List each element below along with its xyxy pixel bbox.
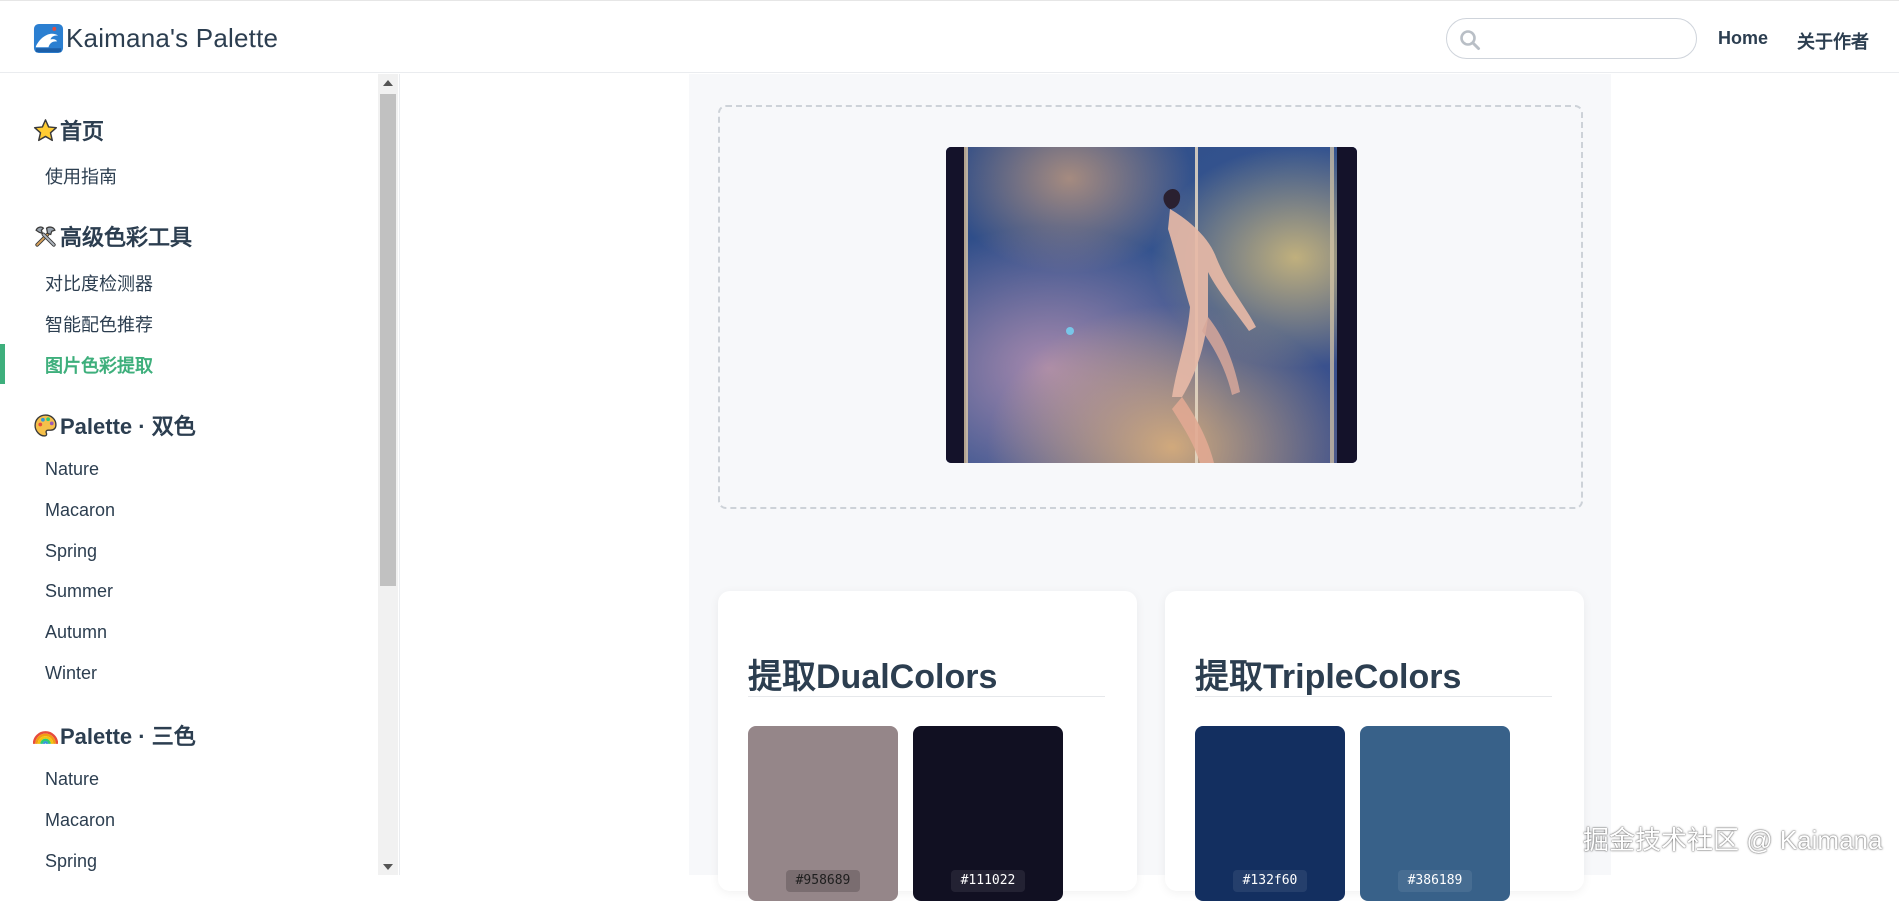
- search-icon: [1460, 30, 1480, 50]
- sidebar-item-dual-macaron[interactable]: Macaron: [45, 500, 115, 521]
- palette-icon: [34, 413, 57, 437]
- app-title: Kaimana's Palette: [66, 22, 279, 53]
- search-input[interactable]: [1487, 25, 1687, 53]
- sidebar-group-home[interactable]: 首页: [33, 114, 104, 146]
- divider: [748, 696, 1105, 697]
- sidebar-item-dual-autumn[interactable]: Autumn: [45, 622, 107, 643]
- sidebar: 首页 使用指南 高级色彩工具 对比度检测器 智能配色推荐 图片色彩提取 Pale…: [0, 74, 400, 875]
- watermark: 掘金技术社区 @ Kaimana: [1583, 825, 1883, 855]
- sidebar-group-palette-triple[interactable]: Palette · 三色: [33, 719, 196, 751]
- wave-icon: [33, 23, 64, 53]
- sidebar-item-triple-nature[interactable]: Nature: [45, 769, 99, 790]
- tools-icon: [35, 225, 56, 247]
- sidebar-scrollbar[interactable]: [378, 74, 398, 875]
- nav-about-author-link[interactable]: 关于作者: [1797, 28, 1869, 54]
- image-upload-dropzone[interactable]: [718, 105, 1583, 509]
- sidebar-content: 首页 使用指南 高级色彩工具 对比度检测器 智能配色推荐 图片色彩提取 Pale…: [0, 74, 378, 875]
- sidebar-item-image-color-extract[interactable]: 图片色彩提取: [45, 352, 153, 378]
- artwork-image: [946, 147, 1357, 463]
- scrollbar-thumb[interactable]: [380, 94, 396, 586]
- triple-colors-title: 提取TripleColors: [1195, 658, 1462, 696]
- main-content: 提取DualColors #958689 #111022 提取TripleCol…: [689, 74, 1611, 901]
- hex-code-label: #111022: [951, 870, 1025, 892]
- sidebar-item-triple-spring[interactable]: Spring: [45, 851, 97, 872]
- search-box[interactable]: [1446, 18, 1697, 59]
- sidebar-group-label: Palette · 三色: [60, 724, 196, 749]
- uploaded-image-preview: [946, 147, 1357, 463]
- sidebar-item-smart-palette[interactable]: 智能配色推荐: [45, 311, 153, 337]
- navbar: Kaimana's Palette Home 关于作者: [0, 0, 1899, 73]
- sidebar-item-contrast-checker[interactable]: 对比度检测器: [45, 270, 153, 296]
- sidebar-item-dual-winter[interactable]: Winter: [45, 663, 97, 684]
- brand[interactable]: Kaimana's Palette: [33, 21, 278, 55]
- dual-colors-card: 提取DualColors #958689 #111022: [718, 591, 1137, 901]
- sidebar-group-label: 首页: [60, 119, 105, 144]
- sidebar-group-palette-dual[interactable]: Palette · 双色: [33, 409, 196, 441]
- sidebar-item-triple-macaron[interactable]: Macaron: [45, 810, 115, 831]
- sidebar-group-label: Palette · 双色: [60, 414, 196, 439]
- sidebar-group-advanced-tools[interactable]: 高级色彩工具: [33, 220, 192, 252]
- scroll-up-arrow-icon[interactable]: [383, 80, 393, 86]
- hex-code-label: #386189: [1398, 870, 1472, 892]
- scroll-down-arrow-icon[interactable]: [383, 864, 393, 870]
- sidebar-item-dual-nature[interactable]: Nature: [45, 459, 99, 480]
- sidebar-item-guide[interactable]: 使用指南: [45, 163, 117, 189]
- hex-code-label: #132f60: [1233, 870, 1307, 892]
- sidebar-group-label: 高级色彩工具: [60, 225, 193, 250]
- triple-colors-card: 提取TripleColors #132f60 #386189: [1165, 591, 1584, 901]
- active-indicator: [0, 344, 5, 384]
- sidebar-item-dual-summer[interactable]: Summer: [45, 581, 113, 602]
- rainbow-icon: [33, 730, 58, 744]
- star-icon: [33, 118, 58, 141]
- sidebar-item-dual-spring[interactable]: Spring: [45, 541, 97, 562]
- hex-code-label: #958689: [786, 870, 860, 892]
- nav-home-link[interactable]: Home: [1718, 28, 1768, 49]
- dual-colors-title: 提取DualColors: [748, 658, 998, 696]
- divider: [1195, 696, 1552, 697]
